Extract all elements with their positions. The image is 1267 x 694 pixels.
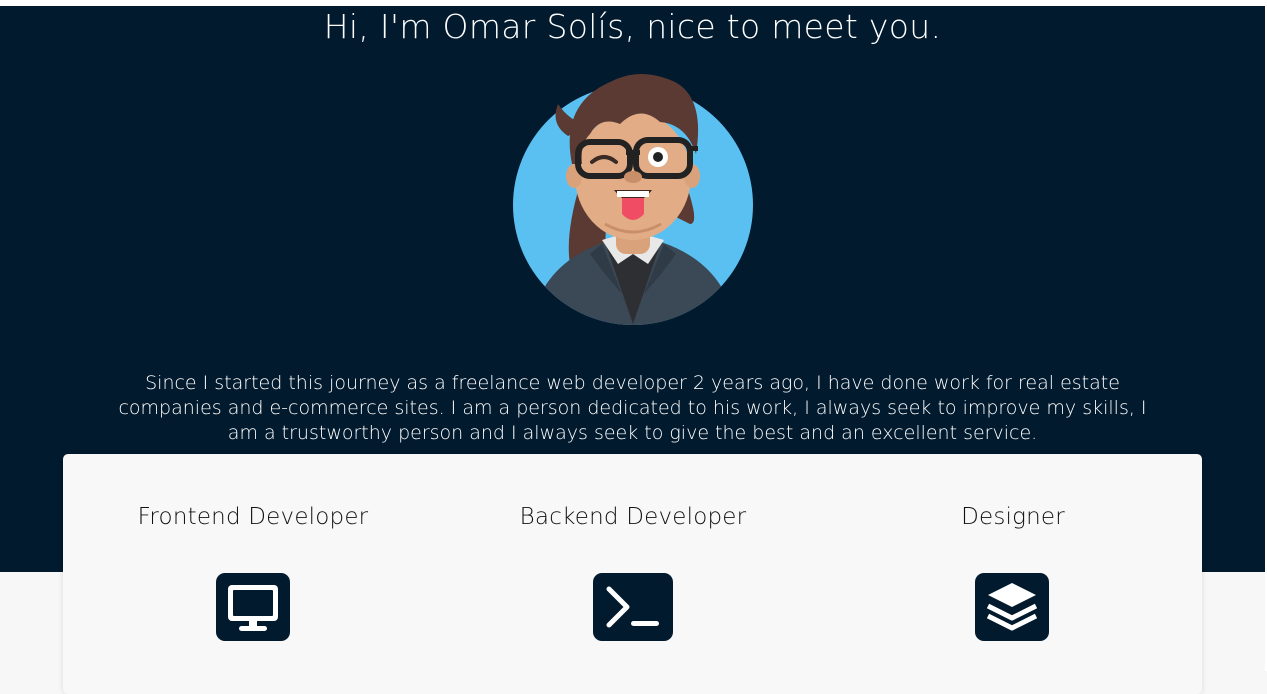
hero-greeting: Hi, I'm Omar Solís, nice to meet you. bbox=[323, 7, 942, 46]
skill-title-frontend: Frontend Developer bbox=[137, 504, 369, 530]
skill-title-designer: Designer bbox=[961, 504, 1065, 530]
avatar bbox=[513, 74, 753, 325]
skill-title-backend: Backend Developer bbox=[519, 504, 747, 530]
layers-icon bbox=[975, 573, 1049, 641]
monitor-icon bbox=[216, 573, 290, 641]
hero-bio: Since I started this journey as a freela… bbox=[118, 372, 1147, 444]
terminal-icon bbox=[593, 573, 673, 641]
skills-card: Frontend Developer Backend Developer Des… bbox=[63, 454, 1202, 694]
